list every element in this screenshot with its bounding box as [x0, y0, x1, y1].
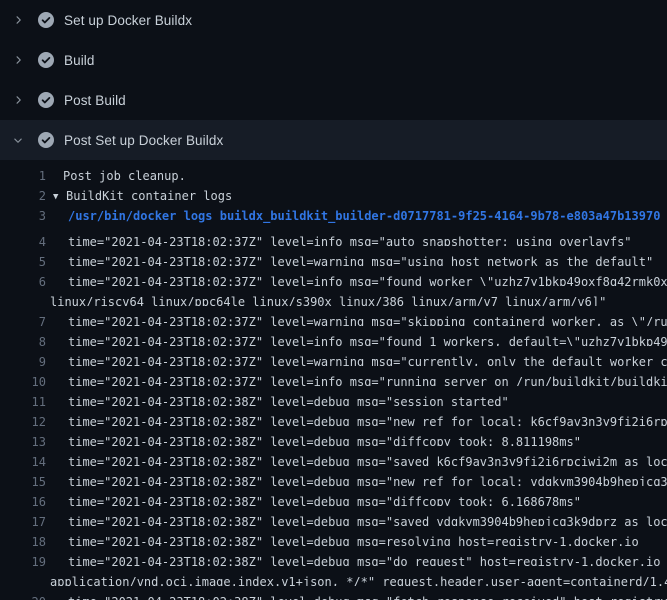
log-line-text: time="2021-04-23T18:02:38Z" level=debug …: [68, 452, 667, 466]
steps-list: Set up Docker Buildx Build Post Build: [0, 0, 667, 160]
log-line-text: application/vnd.oci.image.index.v1+json,…: [50, 572, 667, 586]
chevron-right-icon: [10, 12, 26, 28]
chevron-down-icon: [10, 132, 26, 148]
log-line: 15 time="2021-04-23T18:02:38Z" level=debu…: [0, 466, 667, 486]
triangle-down-icon: ▼: [53, 187, 66, 206]
log-line: 17 time="2021-04-23T18:02:38Z" level=debu…: [0, 506, 667, 526]
log-line-text: time="2021-04-23T18:02:37Z" level=info m…: [68, 232, 632, 246]
log-line-text: linux/riscv64 linux/ppc64le linux/s390x …: [50, 292, 606, 306]
log-line-number[interactable]: 14: [0, 452, 46, 466]
log-line: 2 ▼BuildKit container logs: [0, 186, 667, 206]
log-line-text: time="2021-04-23T18:02:38Z" level=debug …: [68, 512, 667, 526]
log-view: 1 Post job cleanup. 2 ▼BuildKit container l…: [0, 160, 667, 600]
log-line-text: time="2021-04-23T18:02:38Z" level=debug …: [68, 592, 667, 600]
chevron-right-icon: [10, 52, 26, 68]
log-line: 18 time="2021-04-23T18:02:38Z" level=debu…: [0, 526, 667, 546]
step-label: Post Set up Docker Buildx: [64, 133, 223, 148]
step-row[interactable]: Build: [0, 40, 667, 80]
log-line-text: time="2021-04-23T18:02:38Z" level=debug …: [68, 532, 639, 546]
log-line: 19 time="2021-04-23T18:02:38Z" level=debu…: [0, 546, 667, 566]
log-line-text: time="2021-04-23T18:02:37Z" level=warnin…: [68, 252, 653, 266]
actions-log-panel: Set up Docker Buildx Build Post Build: [0, 0, 667, 600]
log-line: 8 time="2021-04-23T18:02:37Z" level=info …: [0, 326, 667, 346]
check-circle-icon: [38, 12, 54, 28]
log-line-continuation: linux/riscv64 linux/ppc64le linux/s390x …: [0, 286, 667, 306]
log-line-number[interactable]: 9: [0, 352, 46, 366]
step-row[interactable]: Post Set up Docker Buildx: [0, 120, 667, 160]
log-line-number[interactable]: 18: [0, 532, 46, 546]
step-label: Set up Docker Buildx: [64, 13, 192, 28]
log-line-number[interactable]: 7: [0, 312, 46, 326]
log-line-text: time="2021-04-23T18:02:37Z" level=warnin…: [68, 352, 667, 366]
log-line-number-empty: [0, 572, 46, 586]
log-line-text: time="2021-04-23T18:02:38Z" level=debug …: [68, 412, 667, 426]
log-line: 14 time="2021-04-23T18:02:38Z" level=debu…: [0, 446, 667, 466]
log-line-number[interactable]: 10: [0, 372, 46, 386]
log-line-number[interactable]: 3: [0, 206, 46, 226]
log-line-text: time="2021-04-23T18:02:38Z" level=debug …: [68, 552, 667, 566]
log-line-number[interactable]: 19: [0, 552, 46, 566]
log-line-number-empty: [0, 292, 46, 306]
check-circle-icon: [38, 92, 54, 108]
check-circle-icon: [38, 52, 54, 68]
log-line-text[interactable]: ▼BuildKit container logs: [53, 186, 232, 206]
log-line-number[interactable]: 16: [0, 492, 46, 506]
group-label: BuildKit container logs: [66, 189, 232, 203]
log-line-number[interactable]: 12: [0, 412, 46, 426]
log-line-text: time="2021-04-23T18:02:37Z" level=info m…: [68, 372, 667, 386]
log-line-text: time="2021-04-23T18:02:37Z" level=info m…: [68, 272, 667, 286]
step-label: Build: [64, 53, 95, 68]
log-line: 3/usr/bin/docker logs buildx_buildkit_bu…: [0, 206, 667, 226]
log-line-number[interactable]: 17: [0, 512, 46, 526]
log-line-text: Post job cleanup.: [63, 166, 186, 186]
log-line-text: time="2021-04-23T18:02:38Z" level=debug …: [68, 492, 581, 506]
log-line-text: time="2021-04-23T18:02:37Z" level=warnin…: [68, 312, 667, 326]
log-line-text: time="2021-04-23T18:02:38Z" level=debug …: [68, 432, 581, 446]
step-row[interactable]: Set up Docker Buildx: [0, 0, 667, 40]
log-line-number[interactable]: 13: [0, 432, 46, 446]
log-line-text: time="2021-04-23T18:02:38Z" level=debug …: [68, 392, 509, 406]
log-line-number[interactable]: 20: [0, 592, 46, 600]
log-line: 20 time="2021-04-23T18:02:38Z" level=debu…: [0, 586, 667, 600]
log-line: 1 Post job cleanup.: [0, 166, 667, 186]
step-row[interactable]: Post Build: [0, 80, 667, 120]
log-line: 9 time="2021-04-23T18:02:37Z" level=warni…: [0, 346, 667, 366]
log-line: 16 time="2021-04-23T18:02:38Z" level=debu…: [0, 486, 667, 506]
log-line-number[interactable]: 2: [0, 186, 46, 206]
log-line-number[interactable]: 1: [0, 166, 46, 186]
log-line: 4 time="2021-04-23T18:02:37Z" level=info …: [0, 226, 667, 246]
log-line: 11 time="2021-04-23T18:02:38Z" level=debu…: [0, 386, 667, 406]
log-line-number[interactable]: 6: [0, 272, 46, 286]
log-command-text: /usr/bin/docker logs buildx_buildkit_bui…: [68, 206, 660, 226]
log-line-text: time="2021-04-23T18:02:38Z" level=debug …: [68, 472, 667, 486]
step-label: Post Build: [64, 93, 126, 108]
chevron-right-icon: [10, 92, 26, 108]
log-line-number[interactable]: 15: [0, 472, 46, 486]
log-line: 7 time="2021-04-23T18:02:37Z" level=warni…: [0, 306, 667, 326]
log-line-number[interactable]: 4: [0, 232, 46, 246]
log-line: 13 time="2021-04-23T18:02:38Z" level=debu…: [0, 426, 667, 446]
check-circle-icon: [38, 132, 54, 148]
log-line: 12 time="2021-04-23T18:02:38Z" level=debu…: [0, 406, 667, 426]
log-line: 6 time="2021-04-23T18:02:37Z" level=info …: [0, 266, 667, 286]
log-line-number[interactable]: 8: [0, 332, 46, 346]
log-line: 5 time="2021-04-23T18:02:37Z" level=warni…: [0, 246, 667, 266]
log-line-number[interactable]: 11: [0, 392, 46, 406]
log-line-text: time="2021-04-23T18:02:37Z" level=info m…: [68, 332, 667, 346]
log-line: 10 time="2021-04-23T18:02:37Z" level=info…: [0, 366, 667, 386]
log-line-continuation: application/vnd.oci.image.index.v1+json,…: [0, 566, 667, 586]
log-line-number[interactable]: 5: [0, 252, 46, 266]
